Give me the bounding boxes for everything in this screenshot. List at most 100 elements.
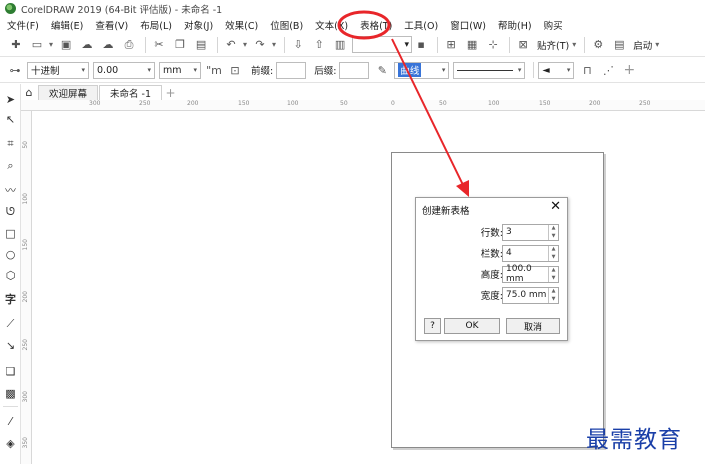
polygon-tool-icon[interactable]: ⬡ [3, 268, 18, 283]
show-grid-icon[interactable]: ▦ [463, 36, 481, 54]
undo-dropdown-icon[interactable]: ▾ [243, 40, 247, 49]
prefix-input[interactable] [276, 61, 307, 79]
arrowhead-combo[interactable]: ◄ ▾ [538, 61, 575, 79]
artistic-media-tool-icon[interactable]: ᘎ [3, 204, 18, 219]
menu-object[interactable]: 对象(J) [184, 18, 213, 32]
tab-welcome-screen[interactable]: 欢迎屏幕 [38, 85, 99, 100]
stepper-arrows[interactable]: ▲ ▼ [548, 245, 558, 261]
dimension-tool-icon[interactable]: ⊓ [578, 61, 596, 79]
unit-combo[interactable]: mm ▾ [159, 61, 201, 79]
paste-icon[interactable]: ▤ [192, 36, 210, 54]
snap-dropdown-icon[interactable]: ▾ [572, 40, 576, 49]
zoom-level-combo[interactable]: ▾ [352, 36, 413, 53]
spin-up-icon[interactable]: ▲ [552, 288, 556, 295]
crop-tool-icon[interactable]: ⌗ [3, 136, 18, 151]
height-stepper[interactable]: 100.0 mm ▲ ▼ [502, 264, 559, 284]
spin-down-icon[interactable]: ▼ [552, 254, 556, 261]
launch-dropdown-icon[interactable]: ▾ [655, 40, 659, 49]
menu-edit[interactable]: 编辑(E) [51, 18, 83, 32]
outline-pen-icon[interactable]: ✎ [373, 61, 391, 79]
redo-icon[interactable]: ↷ [251, 36, 269, 54]
menu-help[interactable]: 帮助(H) [498, 18, 532, 32]
save-icon[interactable]: ▣ [57, 36, 75, 54]
spin-down-icon[interactable]: ▼ [552, 296, 556, 303]
options-gear-icon[interactable]: ⚙ [589, 36, 607, 54]
height-value[interactable]: 100.0 mm [503, 264, 548, 284]
stepper-arrows[interactable]: ▲ ▼ [548, 224, 558, 240]
menu-view[interactable]: 查看(V) [95, 18, 128, 32]
rows-value[interactable]: 3 [503, 227, 548, 237]
undo-icon[interactable]: ↶ [222, 36, 240, 54]
connector-tool-icon[interactable]: ↘ [3, 338, 18, 353]
text-tool-icon[interactable]: 字 [3, 291, 18, 306]
freehand-tool-icon[interactable]: 〰 [3, 182, 18, 197]
suffix-input[interactable] [339, 61, 370, 79]
shape-tool-icon[interactable]: ↖ [3, 112, 18, 127]
spin-up-icon[interactable]: ▲ [552, 267, 556, 274]
columns-value[interactable]: 4 [503, 248, 548, 258]
help-button[interactable]: ? [424, 318, 441, 334]
tab-untitled-document[interactable]: 未命名 -1 [99, 85, 163, 100]
open-folder-icon[interactable]: ▭ [28, 36, 46, 54]
menu-bitmap[interactable]: 位图(B) [270, 18, 303, 32]
color-eyedropper-tool-icon[interactable]: ⁄ [3, 414, 18, 429]
curve-mode-icon[interactable]: ⊶ [6, 61, 24, 79]
snap-icon[interactable]: ⊠ [514, 36, 532, 54]
new-document-icon[interactable]: ✚ [7, 36, 25, 54]
dimension-text-icon[interactable]: "m [205, 61, 223, 79]
stepper-arrows[interactable]: ▲ ▼ [548, 287, 558, 303]
new-tab-icon[interactable]: + [163, 85, 178, 100]
ok-button[interactable]: OK [444, 318, 500, 334]
node-tool-icon[interactable]: ⋰ [599, 61, 617, 79]
columns-stepper[interactable]: 4 ▲ ▼ [502, 244, 559, 262]
cut-icon[interactable]: ✂ [150, 36, 168, 54]
pick-tool-icon[interactable]: ➤ [3, 92, 18, 107]
transparency-tool-icon[interactable]: ▩ [3, 386, 18, 401]
import-icon[interactable]: ⇩ [289, 36, 307, 54]
drop-shadow-tool-icon[interactable]: ❑ [3, 364, 18, 379]
menu-buy[interactable]: 购买 [544, 18, 563, 32]
drawing-canvas[interactable] [33, 112, 705, 464]
width-value[interactable]: 75.0 mm [503, 290, 548, 300]
menu-window[interactable]: 窗口(W) [450, 18, 486, 32]
ellipse-tool-icon[interactable]: ○ [3, 247, 18, 262]
spin-up-icon[interactable]: ▲ [552, 225, 556, 232]
export-icon[interactable]: ⇧ [310, 36, 328, 54]
add-icon[interactable]: + [620, 61, 638, 79]
redo-dropdown-icon[interactable]: ▾ [272, 40, 276, 49]
menu-file[interactable]: 文件(F) [7, 18, 39, 32]
rows-stepper[interactable]: 3 ▲ ▼ [502, 223, 559, 241]
dimension-position-icon[interactable]: ⊡ [226, 61, 244, 79]
publish-pdf-icon[interactable]: ▥ [331, 36, 349, 54]
menu-table[interactable]: 表格(T) [360, 18, 392, 32]
close-icon[interactable]: ✕ [550, 199, 561, 214]
show-guidelines-icon[interactable]: ⊹ [484, 36, 502, 54]
stepper-arrows[interactable]: ▲ ▼ [548, 266, 558, 282]
spin-down-icon[interactable]: ▼ [552, 275, 556, 282]
interactive-fill-tool-icon[interactable]: ◈ [3, 436, 18, 451]
menu-tools[interactable]: 工具(O) [404, 18, 438, 32]
cloud-upload-icon[interactable]: ☁ [99, 36, 117, 54]
vertical-ruler[interactable]: 50 100 150 200 250 300 350 [21, 111, 32, 464]
line-style-combo[interactable]: 曲线 ▾ [394, 61, 450, 79]
width-stepper[interactable]: 75.0 mm ▲ ▼ [502, 286, 559, 304]
application-launcher-icon[interactable]: ▤ [610, 36, 628, 54]
nudge-value-combo[interactable]: 0.00 ▾ [93, 61, 155, 79]
home-icon[interactable]: ⌂ [20, 85, 38, 100]
snap-to-label[interactable]: 贴齐(T) [537, 38, 569, 52]
number-style-combo[interactable]: 十进制 ▾ [27, 61, 89, 79]
outline-style-combo[interactable]: ▾ [453, 61, 526, 79]
parallel-dimension-tool-icon[interactable]: ⟋ [3, 316, 18, 331]
menu-text[interactable]: 文本(X) [315, 18, 348, 32]
show-rulers-icon[interactable]: ⊞ [442, 36, 460, 54]
print-icon[interactable]: ⎙ [120, 36, 138, 54]
full-screen-icon[interactable]: ▪ [412, 36, 430, 54]
launch-label[interactable]: 启动 [633, 38, 652, 52]
menu-effects[interactable]: 效果(C) [225, 18, 258, 32]
open-dropdown-icon[interactable]: ▾ [49, 40, 53, 49]
cloud-download-icon[interactable]: ☁ [78, 36, 96, 54]
rectangle-tool-icon[interactable]: □ [3, 226, 18, 241]
zoom-tool-icon[interactable]: ⌕ [3, 158, 18, 173]
copy-icon[interactable]: ❐ [171, 36, 189, 54]
menu-layout[interactable]: 布局(L) [140, 18, 172, 32]
